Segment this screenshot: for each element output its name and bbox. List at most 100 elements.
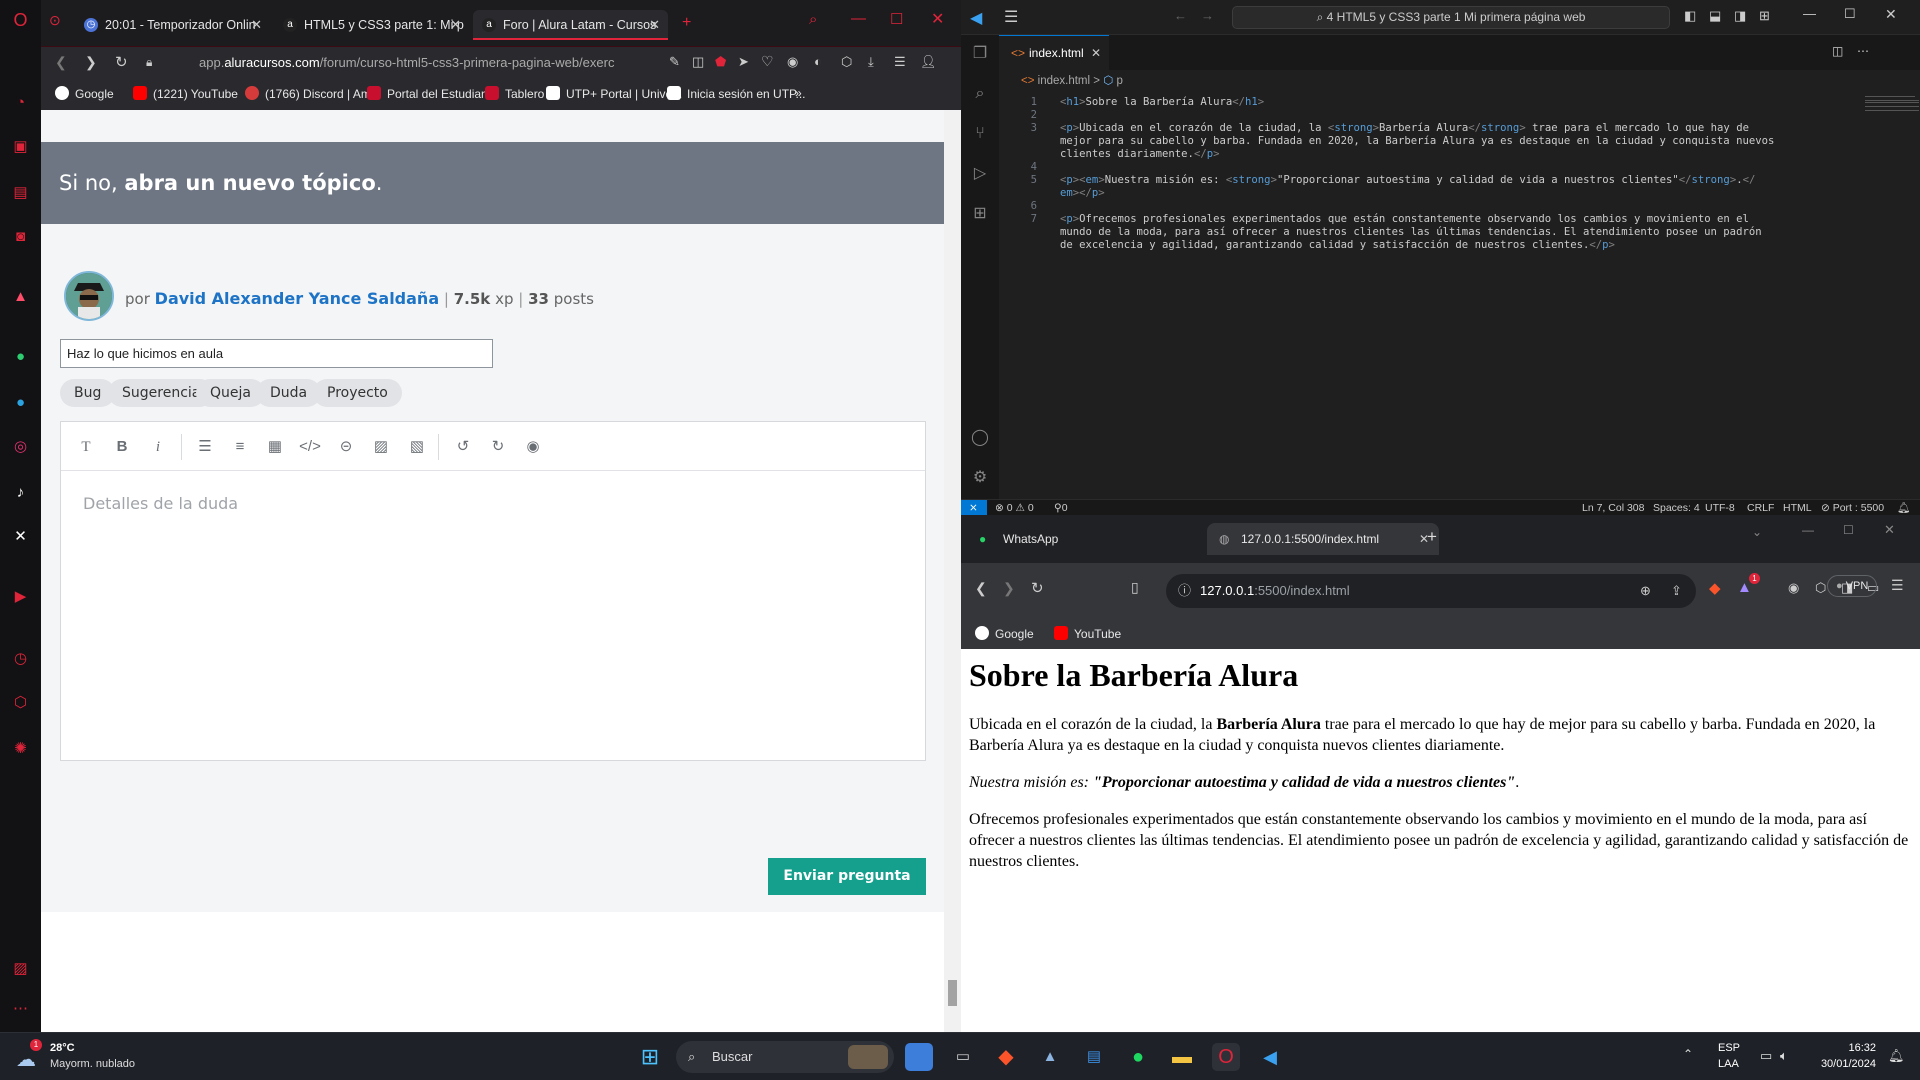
problems-indicator[interactable]: ⊗ 0 ⚠ 0 [995,500,1034,516]
url-field[interactable]: app.aluracursos.com/forum/curso-html5-cs… [199,53,649,73]
details-textarea[interactable]: Detalles de la duda [83,494,238,513]
vscode-taskbar-icon[interactable]: ◀ [1256,1043,1284,1071]
speed-dial-icon[interactable]: ◔ [10,92,31,113]
instagram-icon[interactable]: ◎ [10,436,31,457]
language-top[interactable]: ESP [1718,1042,1740,1054]
back-icon[interactable]: ← [1174,8,1187,23]
code-line[interactable]: <p><em>Nuestra misión es: <strong>"Propo… [1060,174,1755,186]
maximize-icon[interactable]: ☐ [890,10,903,28]
telegram-icon[interactable]: ● [10,392,31,413]
tab-html5-css3[interactable]: a HTML5 y CSS3 parte 1: Mi p ✕ [274,10,469,40]
extensions-icon[interactable]: ⊞ [969,203,991,225]
weather-widget[interactable]: ☁ 1 [16,1039,42,1071]
search-tabs-icon[interactable]: ⌕ [809,11,817,28]
remote-indicator[interactable]: ⨯ [961,500,987,516]
whatsapp-icon[interactable]: ● [10,346,31,367]
send-icon[interactable]: ➤ [738,54,749,70]
bookmark-icon[interactable]: ▯ [1131,579,1139,596]
extensions-icon[interactable]: ⬡ [10,692,31,713]
twitch-icon[interactable]: ▤ [10,182,31,203]
layout-icon[interactable]: ⊞ [1759,8,1770,24]
undo-icon[interactable]: ↺ [450,434,476,460]
bookmark-google[interactable]: Google [975,626,1034,641]
bookmark-inicia-sesion[interactable]: Inicia sesión en UTP... [667,86,806,101]
author-name-link[interactable]: David Alexander Yance Saldaña [155,289,439,308]
run-debug-icon[interactable]: ▷ [969,163,991,185]
copilot-icon[interactable] [905,1043,933,1071]
new-tab-icon[interactable]: + [682,14,691,32]
vpn-button[interactable]: ● VPN [1827,575,1878,597]
instagram-app-icon[interactable]: ◙ [10,226,31,247]
back-icon[interactable]: ❮ [55,54,67,71]
profile-icon[interactable]: 👤︎ [920,54,937,70]
bookmark-youtube[interactable]: (1221) YouTube [133,86,238,101]
show-hidden-icons-icon[interactable]: ⌃ [1683,1047,1693,1061]
ports-indicator[interactable]: ⚲0 [1054,500,1068,516]
task-view-icon[interactable]: ▭ [949,1043,977,1071]
code-line[interactable]: mejor para su cabello y barba. Fundada e… [1060,135,1774,147]
send-question-button[interactable]: Enviar pregunta [768,858,926,895]
command-center-search[interactable]: ⌕ 4 HTML5 y CSS3 parte 1 Mi primera pági… [1232,6,1670,29]
code-line[interactable]: de excelencia y agilidad, garantizando c… [1060,239,1615,251]
bold-icon[interactable]: B [109,434,135,460]
notifications-icon[interactable]: 🔔︎ [1897,500,1910,516]
forward-icon[interactable]: → [1201,8,1214,23]
tag-queja[interactable]: Queja [196,379,265,407]
unordered-list-icon[interactable]: ≡ [227,434,253,460]
tab-localhost[interactable]: ◍ 127.0.0.1:5500/index.html ✕ [1207,523,1439,555]
split-editor-icon[interactable]: ◫ [1832,44,1843,58]
tab-temporizador[interactable]: ◷ 20:01 - Temporizador Onlin ✕ [75,10,270,40]
code-editor[interactable]: 1 <h1>Sobre la Barbería Alura</h1> 2 3 <p>Ub… [999,92,1859,499]
link-icon[interactable]: ⊝ [333,434,359,460]
bookmark-portal-estudiante[interactable]: Portal del Estudiante [367,86,498,101]
close-tab-icon[interactable]: ✕ [649,10,660,38]
forward-icon[interactable]: ❯ [1003,580,1015,597]
code-line[interactable]: em></p> [1060,187,1105,199]
redo-icon[interactable]: ↻ [485,434,511,460]
vpn-icon[interactable]: ◉ [787,54,798,70]
history-icon[interactable]: ◷ [10,648,31,669]
menu-icon[interactable]: ☰ [1891,577,1904,594]
clock-time[interactable]: 16:32 [1818,1042,1876,1054]
language-mode[interactable]: HTML [1783,500,1812,516]
upload-image-icon[interactable]: ▧ [404,434,430,460]
encoding[interactable]: UTF-8 [1705,500,1735,516]
speed-icon[interactable]: ◐ [814,54,822,69]
toggle-secondary-sidebar-icon[interactable]: ◨ [1734,8,1746,24]
line-endings[interactable]: CRLF [1747,500,1774,516]
code-line[interactable]: <h1>Sobre la Barbería Alura</h1> [1060,96,1264,108]
code-line[interactable]: clientes diariamente.</p> [1060,148,1219,160]
maximize-icon[interactable]: ☐ [1843,523,1854,537]
spotify-icon[interactable]: ● [1124,1043,1152,1071]
title-input[interactable] [60,339,493,368]
italic-icon[interactable]: i [145,434,171,460]
zoom-icon[interactable]: ⊕ [1640,574,1651,608]
volume-icon[interactable]: 🔈︎ [1780,1048,1788,1064]
close-tab-icon[interactable]: ✕ [1091,36,1101,70]
cursor-position[interactable]: Ln 7, Col 308 [1582,500,1644,516]
image-icon[interactable]: ▨ [368,434,394,460]
tag-proyecto[interactable]: Proyecto [313,379,402,407]
info-icon[interactable]: ⓘ [1178,574,1191,608]
more-actions-icon[interactable]: ⋯ [1857,44,1869,58]
bookmark-google[interactable]: Google [55,86,114,101]
gallery-icon[interactable]: ▨ [10,958,31,979]
x-icon[interactable]: ✕ [10,526,31,547]
source-control-icon[interactable]: ⑂ [969,123,991,145]
more-icon[interactable]: ⋯ [10,998,31,1019]
toggle-sidebar-icon[interactable]: ◧ [1684,8,1696,24]
forward-icon[interactable]: ❯ [85,54,97,71]
close-window-icon[interactable]: ✕ [931,9,944,29]
bookmark-discord[interactable]: (1766) Discord | Am... [245,86,381,101]
reload-icon[interactable]: ↻ [115,53,128,71]
language-bottom[interactable]: LAA [1718,1058,1739,1070]
network-icon[interactable]: ▭ [1760,1048,1772,1064]
close-window-icon[interactable]: ✕ [1884,522,1895,538]
manage-gear-icon[interactable]: ⚙ [969,467,991,489]
tab-index-html[interactable]: <> index.html ✕ [999,35,1109,70]
photos-icon[interactable]: ▲ [1036,1043,1064,1071]
start-windows-icon[interactable]: ⊞ [636,1043,664,1071]
code-line[interactable]: mundo de la moda, para así ofrecer a nue… [1060,226,1762,238]
new-tab-icon[interactable]: + [1427,527,1437,547]
player-icon[interactable]: ▶ [10,586,31,607]
